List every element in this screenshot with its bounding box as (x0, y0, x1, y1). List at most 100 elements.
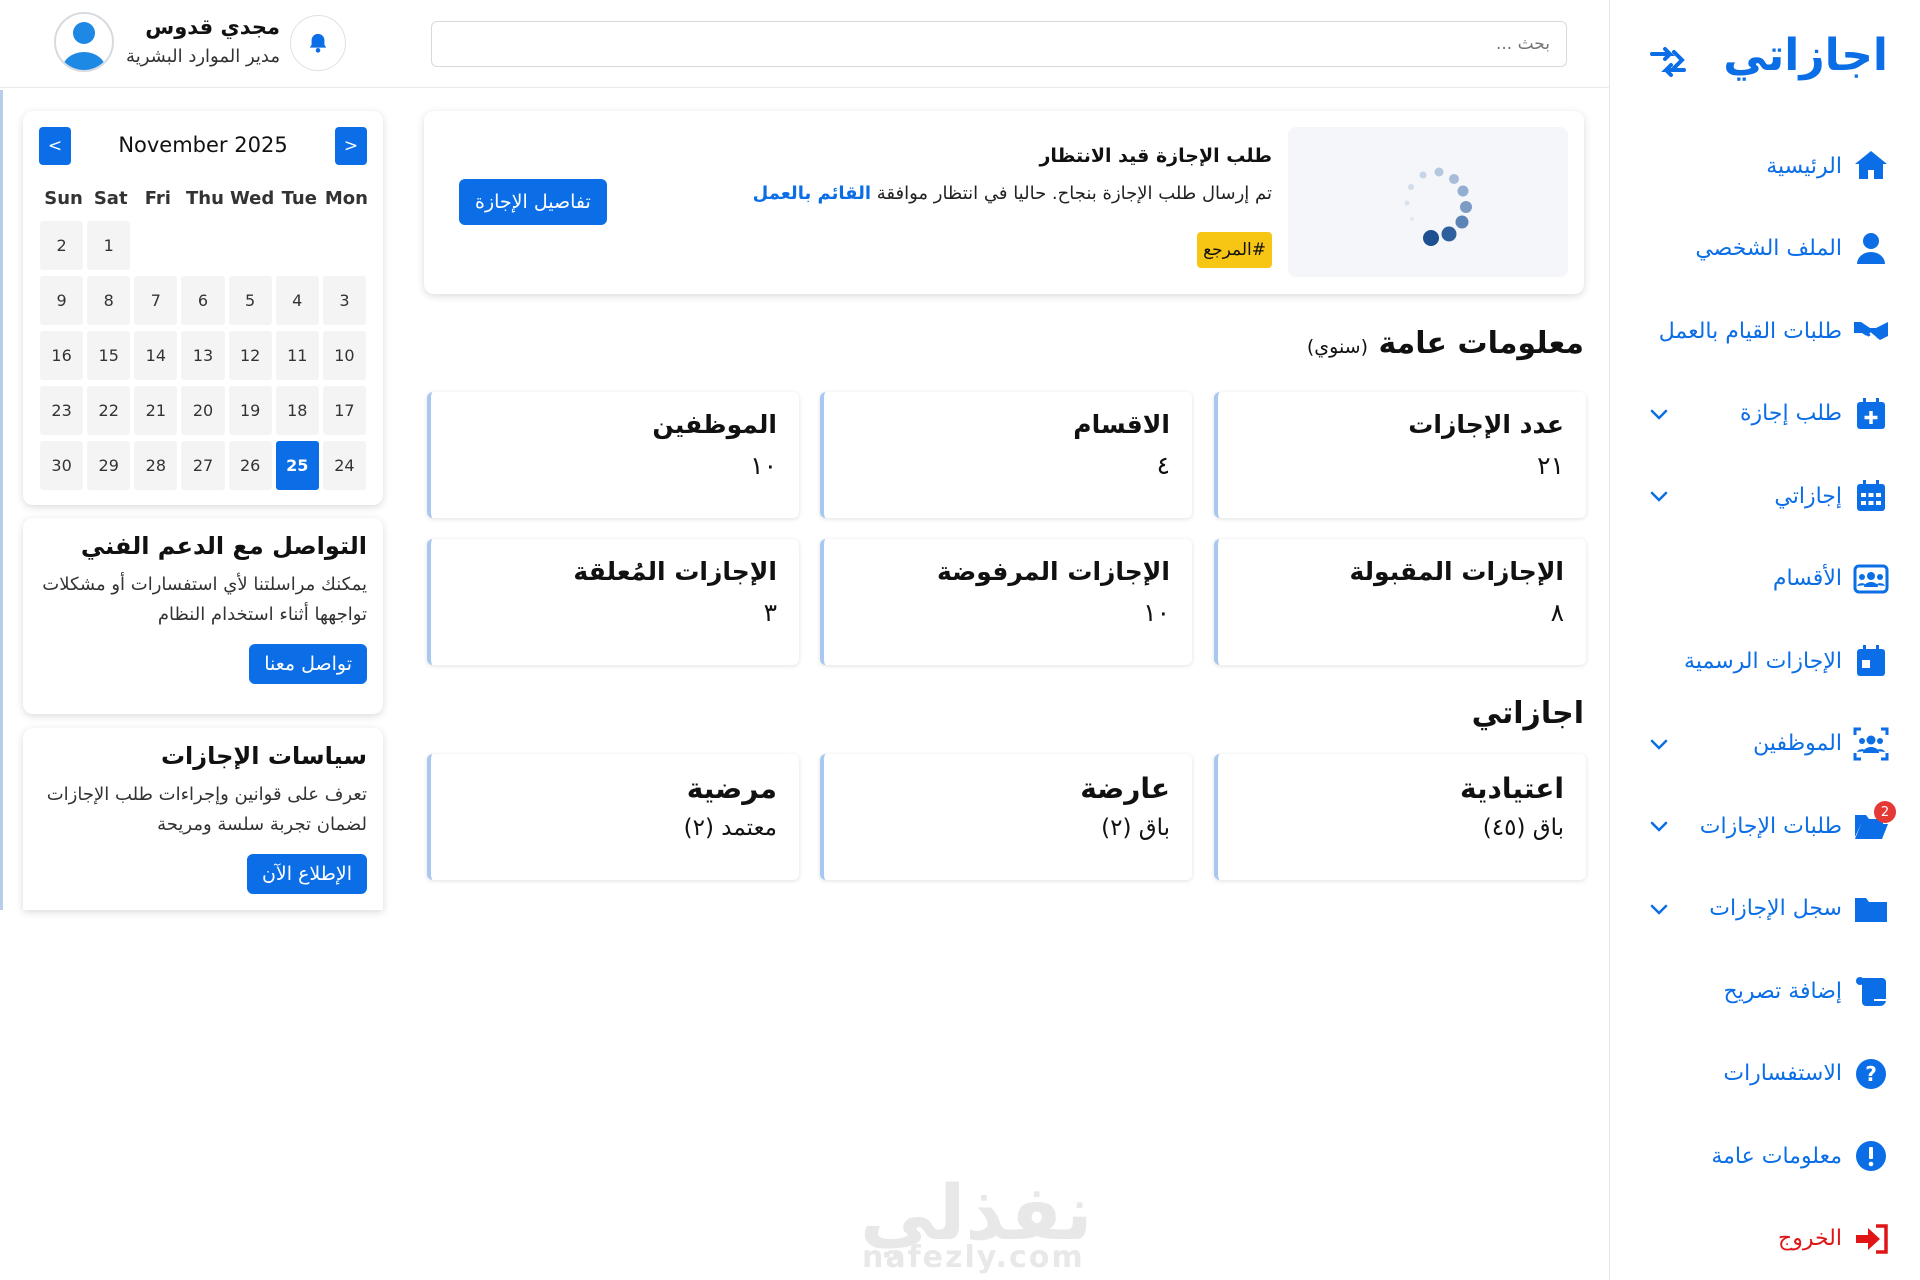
calendar-day-cell[interactable]: 9 (40, 276, 84, 325)
calendar-empty-cell (276, 221, 319, 270)
loading-spinner-icon (1404, 167, 1472, 246)
calendar-day-cell[interactable]: 19 (228, 386, 272, 435)
calendar-day-cell[interactable]: 3 (322, 276, 366, 325)
sidebar-item-label: معلومات عامة (1711, 1143, 1842, 1169)
calendar-day-cell[interactable]: 2 (40, 221, 84, 270)
sidebar-item-6[interactable]: الإجازات الرسمية (1640, 620, 1890, 703)
sidebar-item-12[interactable]: معلومات عامة (1640, 1115, 1890, 1198)
folder-open-icon: 2 (1852, 801, 1896, 845)
sidebar-item-10[interactable]: إضافة تصريح (1640, 950, 1890, 1033)
calendar-day-cell[interactable]: 26 (228, 441, 272, 490)
pending-message: تم إرسال طلب الإجازة بنجاح. حاليا في انت… (753, 183, 1272, 204)
sidebar-item-8[interactable]: 2 طلبات الإجازات (1640, 785, 1896, 868)
calendar-day-cell[interactable]: 21 (134, 386, 178, 435)
leave-balance-card[interactable]: مرضية معتمد (٢) (427, 754, 799, 880)
calendar-day-cell[interactable]: 17 (322, 386, 366, 435)
sidebar-item-3[interactable]: طلب إجازة (1640, 373, 1890, 456)
bell-icon (309, 33, 327, 53)
calendar-day-cell[interactable]: 10 (322, 331, 366, 380)
contact-us-button[interactable]: تواصل معنا (249, 644, 367, 684)
leave-balance-card[interactable]: عارضة باق (٢) (820, 754, 1192, 880)
calendar-day-cell[interactable]: 12 (228, 331, 272, 380)
calendar-day-icon (1852, 642, 1890, 680)
employees-icon (1852, 725, 1890, 763)
calendar-day-cell[interactable]: 8 (87, 276, 131, 325)
calendar-weekday: Tue (281, 188, 317, 209)
calendar-day-cell[interactable]: 28 (134, 441, 178, 490)
left-accent-line (0, 90, 3, 910)
leave-balance-card[interactable]: اعتيادية باق (٤٥) (1214, 754, 1586, 880)
search-input[interactable] (431, 21, 1567, 67)
leave-balance: باق (٤٥) (1482, 815, 1564, 841)
chevron-down-icon[interactable] (1648, 403, 1670, 425)
calendar-day-cell[interactable]: 20 (181, 386, 225, 435)
sidebar-item-13[interactable]: الخروج (1640, 1198, 1890, 1280)
sidebar-item-label: طلب إجازة (1740, 401, 1842, 427)
calendar-week-row: 21 (40, 221, 370, 276)
sidebar-item-label: الاستفسارات (1723, 1061, 1842, 1087)
calendar-day-cell[interactable]: 18 (275, 386, 319, 435)
view-policies-button[interactable]: الإطلاع الآن (246, 854, 367, 894)
question-circle-icon: ? (1852, 1055, 1890, 1093)
sidebar-item-4[interactable]: إجازاتي (1640, 455, 1890, 538)
sidebar-item-11[interactable]: ? الاستفسارات (1640, 1033, 1890, 1116)
stat-label: عدد الإجازات (1408, 410, 1564, 439)
calendar-today-cell[interactable]: 25 (275, 441, 319, 490)
stat-card: الموظفين ١٠ (427, 392, 799, 518)
chevron-down-icon[interactable] (1648, 815, 1670, 837)
user-name: مجدي قدوس (145, 15, 280, 39)
stat-label: الاقسام (1073, 410, 1170, 439)
calendar-day-cell[interactable]: 30 (40, 441, 84, 490)
calendar-day-cell[interactable]: 16 (40, 331, 84, 380)
calendar-day-cell[interactable]: 1 (87, 221, 131, 270)
calendar-empty-cell (323, 221, 366, 270)
sidebar-item-0[interactable]: الرئيسية (1640, 125, 1890, 208)
calendar-day-cell[interactable]: 23 (40, 386, 84, 435)
brand-title: اجازاتي (1723, 30, 1888, 81)
sidebar-item-label: إجازاتي (1774, 483, 1842, 509)
page: اجازاتي الرئيسية الملف الشخصي طلبات القيام… (0, 0, 1920, 1280)
calendar-day-cell[interactable]: 7 (134, 276, 178, 325)
calendar-grid: 2 1 9 8 7 6 5 4 3 16 15 14 13 12 11 10 23 22 21 20 19 18 17 30 2… (40, 221, 370, 496)
calendar-weekday: Sun (44, 188, 83, 209)
sidebar-item-1[interactable]: الملف الشخصي (1640, 208, 1890, 291)
calendar-weekday: Thu (186, 188, 224, 209)
sidebar-item-9[interactable]: سجل الإجازات (1640, 868, 1890, 951)
stat-label: الإجازات المقبولة (1349, 557, 1564, 586)
chevron-down-icon[interactable] (1648, 733, 1670, 755)
leave-type: مرضية (686, 772, 777, 805)
calendar-day-cell[interactable]: 4 (275, 276, 319, 325)
calendar-day-cell[interactable]: 24 (322, 441, 366, 490)
notification-badge: 2 (1874, 801, 1896, 824)
stat-card: الإجازات المُعلقة ٣ (427, 539, 799, 665)
policies-title: سياسات الإجازات (160, 742, 367, 770)
stat-card: الاقسام ٤ (820, 392, 1192, 518)
calendar-day-cell[interactable]: 27 (181, 441, 225, 490)
calendar-day-cell[interactable]: 11 (275, 331, 319, 380)
sidebar-item-5[interactable]: الأقسام (1640, 538, 1890, 621)
user-profile[interactable]: مجدي قدوس مدير الموارد البشرية (54, 12, 284, 76)
avatar-user-icon (62, 22, 106, 70)
scroll-icon (1852, 972, 1890, 1010)
calendar-day-cell[interactable]: 14 (134, 331, 178, 380)
leave-details-button[interactable]: تفاصيل الإجازة (459, 179, 607, 225)
info-circle-icon (1852, 1137, 1890, 1175)
calendar-week-row: 23 22 21 20 19 18 17 (40, 386, 370, 441)
chevron-down-icon[interactable] (1648, 898, 1670, 920)
support-text: يمكنك مراسلتنا لأي استفسارات أو مشكلات ت… (42, 574, 367, 625)
calendar-day-cell[interactable]: 15 (87, 331, 131, 380)
calendar-day-cell[interactable]: 29 (87, 441, 131, 490)
calendar-next-button[interactable]: > (335, 127, 367, 165)
sidebar-item-2[interactable]: طلبات القيام بالعمل (1640, 290, 1890, 373)
leave-type: اعتيادية (1460, 772, 1564, 805)
calendar-day-cell[interactable]: 22 (87, 386, 131, 435)
collapse-sidebar-icon[interactable] (1646, 40, 1690, 84)
calendar-day-cell[interactable]: 5 (228, 276, 272, 325)
notifications-button[interactable] (290, 15, 346, 71)
stat-value: ٤ (1156, 451, 1170, 480)
calendar-day-cell[interactable]: 13 (181, 331, 225, 380)
chevron-down-icon[interactable] (1648, 485, 1670, 507)
calendar-day-cell[interactable]: 6 (181, 276, 225, 325)
sidebar-item-label: الأقسام (1772, 566, 1842, 592)
sidebar-item-7[interactable]: الموظفين (1640, 703, 1890, 786)
